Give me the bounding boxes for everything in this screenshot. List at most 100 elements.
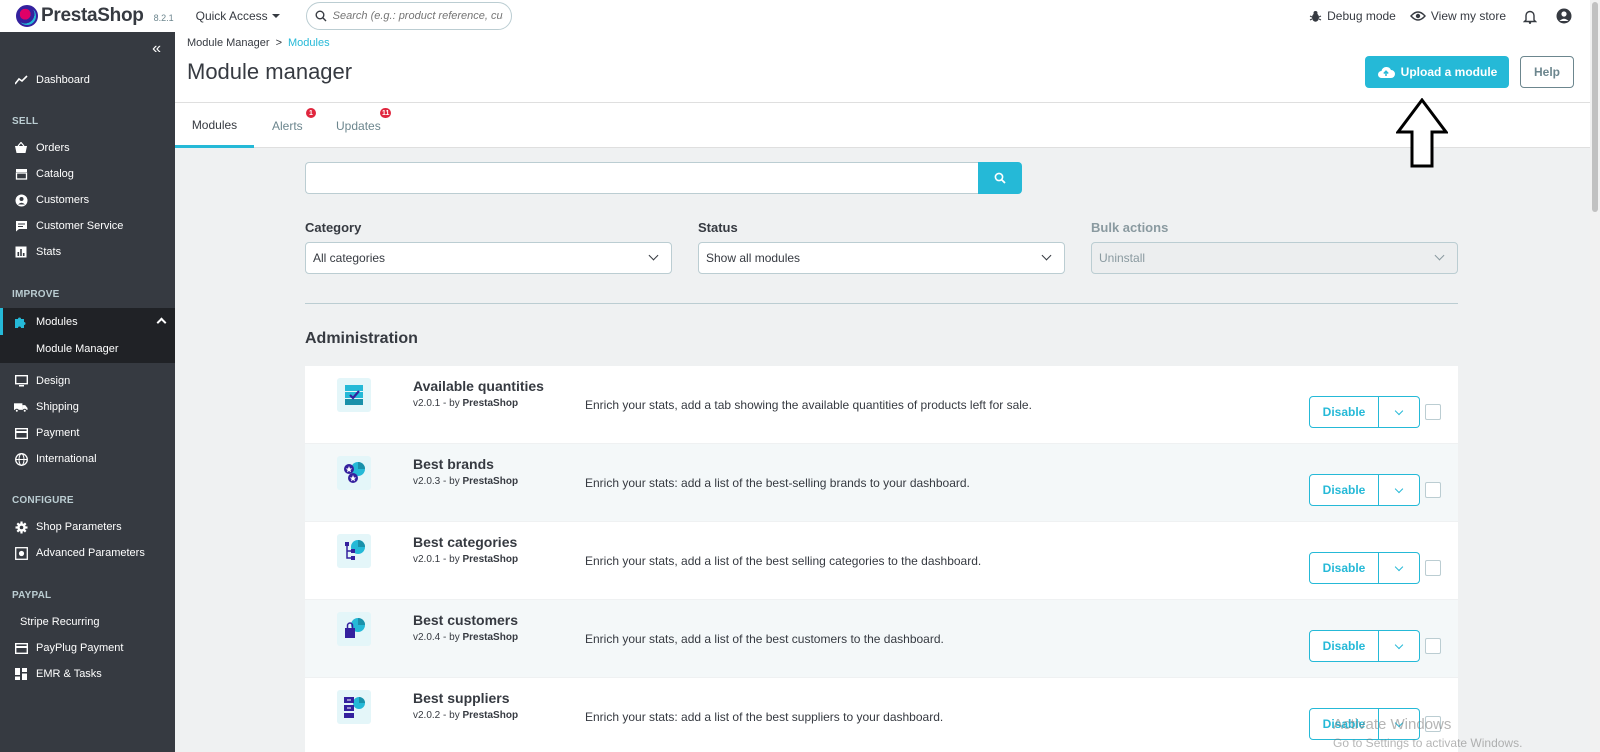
sidebar-item-stripe-recurring[interactable]: Stripe Recurring <box>0 609 175 635</box>
sidebar-label: Payment <box>36 427 80 439</box>
upload-module-button[interactable]: Upload a module <box>1365 56 1509 88</box>
module-meta: v2.0.1 - by PrestaShop <box>413 554 518 565</box>
module-author: PrestaShop <box>462 710 519 721</box>
best-suppliers-icon <box>337 690 371 724</box>
disable-button[interactable]: Disable <box>1309 552 1379 584</box>
notifications-button[interactable] <box>1520 6 1540 26</box>
sidebar-item-design[interactable]: Design <box>0 368 175 394</box>
sidebar-label: Customer Service <box>36 220 124 232</box>
status-select[interactable]: Show all modules <box>698 242 1065 274</box>
module-checkbox[interactable] <box>1425 482 1441 498</box>
module-name[interactable]: Available quantities <box>413 378 544 394</box>
breadcrumb-root[interactable]: Module Manager <box>187 37 270 49</box>
sidebar-item-shop-parameters[interactable]: Shop Parameters <box>0 514 175 540</box>
module-version: v2.0.1 - by <box>413 554 460 565</box>
module-checkbox[interactable] <box>1425 404 1441 420</box>
dashboard-grid-icon <box>14 667 28 681</box>
module-search-button[interactable] <box>978 162 1022 194</box>
quick-access-dropdown[interactable]: Quick Access <box>196 9 280 23</box>
logo-text: PrestaShop <box>41 5 144 26</box>
module-name[interactable]: Best categories <box>413 534 517 550</box>
tab-modules[interactable]: Modules <box>175 104 254 148</box>
search-icon <box>315 10 327 22</box>
sidebar-item-customer-service[interactable]: Customer Service <box>0 213 175 239</box>
collapse-sidebar-icon[interactable]: « <box>152 40 161 58</box>
tab-label: Modules <box>191 117 238 132</box>
header-search-input[interactable] <box>332 10 503 22</box>
sidebar-label: Stripe Recurring <box>20 616 100 628</box>
globe-icon <box>14 452 28 466</box>
upload-module-label: Upload a module <box>1400 65 1498 79</box>
section-title: Administration <box>305 330 418 347</box>
module-actions-dropdown[interactable] <box>1379 396 1420 428</box>
module-description: Enrich your stats: add a list of the bes… <box>585 710 944 724</box>
module-actions-dropdown[interactable] <box>1379 552 1420 584</box>
breadcrumb: Module Manager > Modules <box>187 37 330 49</box>
module-actions-dropdown[interactable] <box>1379 630 1420 662</box>
available-quantities-icon <box>337 378 371 412</box>
sidebar-item-payment[interactable]: Payment <box>0 420 175 446</box>
disable-button[interactable]: Disable <box>1309 396 1379 428</box>
sidebar-label: Shipping <box>36 401 79 413</box>
gear-icon <box>14 520 28 534</box>
bulk-actions-label: Bulk actions <box>1091 220 1169 235</box>
disable-button[interactable]: Disable <box>1309 474 1379 506</box>
module-row: Available quantities v2.0.1 - by PrestaS… <box>305 366 1458 444</box>
sidebar-item-shipping[interactable]: Shipping <box>0 394 175 420</box>
module-name[interactable]: Best customers <box>413 612 518 628</box>
prestashop-logo[interactable]: PrestaShop 8.2.1 <box>16 5 174 27</box>
sidebar-label: Modules <box>36 315 78 328</box>
sidebar-label: International <box>36 453 97 465</box>
debug-mode-label: Debug mode <box>1327 9 1396 23</box>
search-icon <box>994 172 1006 184</box>
sidebar-item-dashboard[interactable]: Dashboard <box>0 67 175 93</box>
module-description: Enrich your stats, add a list of the bes… <box>585 632 944 646</box>
module-checkbox[interactable] <box>1425 560 1441 576</box>
sidebar-item-catalog[interactable]: Catalog <box>0 161 175 187</box>
page-header: Module Manager > Modules Module manager Up… <box>175 32 1590 103</box>
view-store-link[interactable]: View my store <box>1409 9 1506 23</box>
module-search-input[interactable] <box>305 162 978 194</box>
breadcrumb-current[interactable]: Modules <box>288 37 330 49</box>
alerts-badge: 1 <box>306 108 316 118</box>
breadcrumb-separator: > <box>275 37 282 49</box>
sidebar-subitem-module-manager[interactable]: Module Manager <box>0 335 175 363</box>
disable-button[interactable]: Disable <box>1309 630 1379 662</box>
help-button[interactable]: Help <box>1520 56 1574 88</box>
sidebar-item-modules[interactable]: Modules <box>0 308 175 335</box>
category-select[interactable]: All categories <box>305 242 672 274</box>
sidebar-item-emr-tasks[interactable]: EMR & Tasks <box>0 661 175 687</box>
module-actions-dropdown[interactable] <box>1379 474 1420 506</box>
sidebar-label: Customers <box>36 194 90 206</box>
section-configure: CONFIGURE <box>12 495 74 506</box>
sidebar-item-advanced-parameters[interactable]: Advanced Parameters <box>0 540 175 566</box>
tab-updates[interactable]: Updates 11 <box>336 104 392 148</box>
sidebar-label: Advanced Parameters <box>36 547 145 559</box>
sidebar-item-payplug[interactable]: PayPlug Payment <box>0 635 175 661</box>
sidebar-item-customers[interactable]: Customers <box>0 187 175 213</box>
account-button[interactable] <box>1554 6 1574 26</box>
activate-windows-subtext: Go to Settings to activate Windows. <box>1333 736 1523 750</box>
sidebar-item-stats[interactable]: Stats <box>0 239 175 265</box>
header-search[interactable] <box>305 2 512 30</box>
bug-icon <box>1309 10 1322 22</box>
bulk-actions-select: Uninstall <box>1091 242 1458 274</box>
module-checkbox[interactable] <box>1425 638 1441 654</box>
filter-divider <box>305 303 1458 304</box>
module-name[interactable]: Best brands <box>413 456 494 472</box>
debug-mode-link[interactable]: Debug mode <box>1309 9 1396 23</box>
puzzle-icon <box>14 315 28 329</box>
module-actions: Disable <box>1309 474 1420 506</box>
module-meta: v2.0.1 - by PrestaShop <box>413 398 518 409</box>
page-scrollbar[interactable] <box>1590 0 1600 752</box>
module-name[interactable]: Best suppliers <box>413 690 509 706</box>
quick-access-label: Quick Access <box>195 9 268 23</box>
sidebar-item-international[interactable]: International <box>0 446 175 472</box>
settings-box-icon <box>14 546 28 560</box>
module-tabs: Modules Alerts 1 Updates 11 <box>175 104 1590 148</box>
module-version: v2.0.4 - by <box>413 632 460 643</box>
sidebar-item-orders[interactable]: Orders <box>0 135 175 161</box>
scrollbar-thumb[interactable] <box>1592 2 1598 212</box>
tab-alerts[interactable]: Alerts 1 <box>272 104 316 148</box>
tab-label: Updates <box>336 119 381 133</box>
